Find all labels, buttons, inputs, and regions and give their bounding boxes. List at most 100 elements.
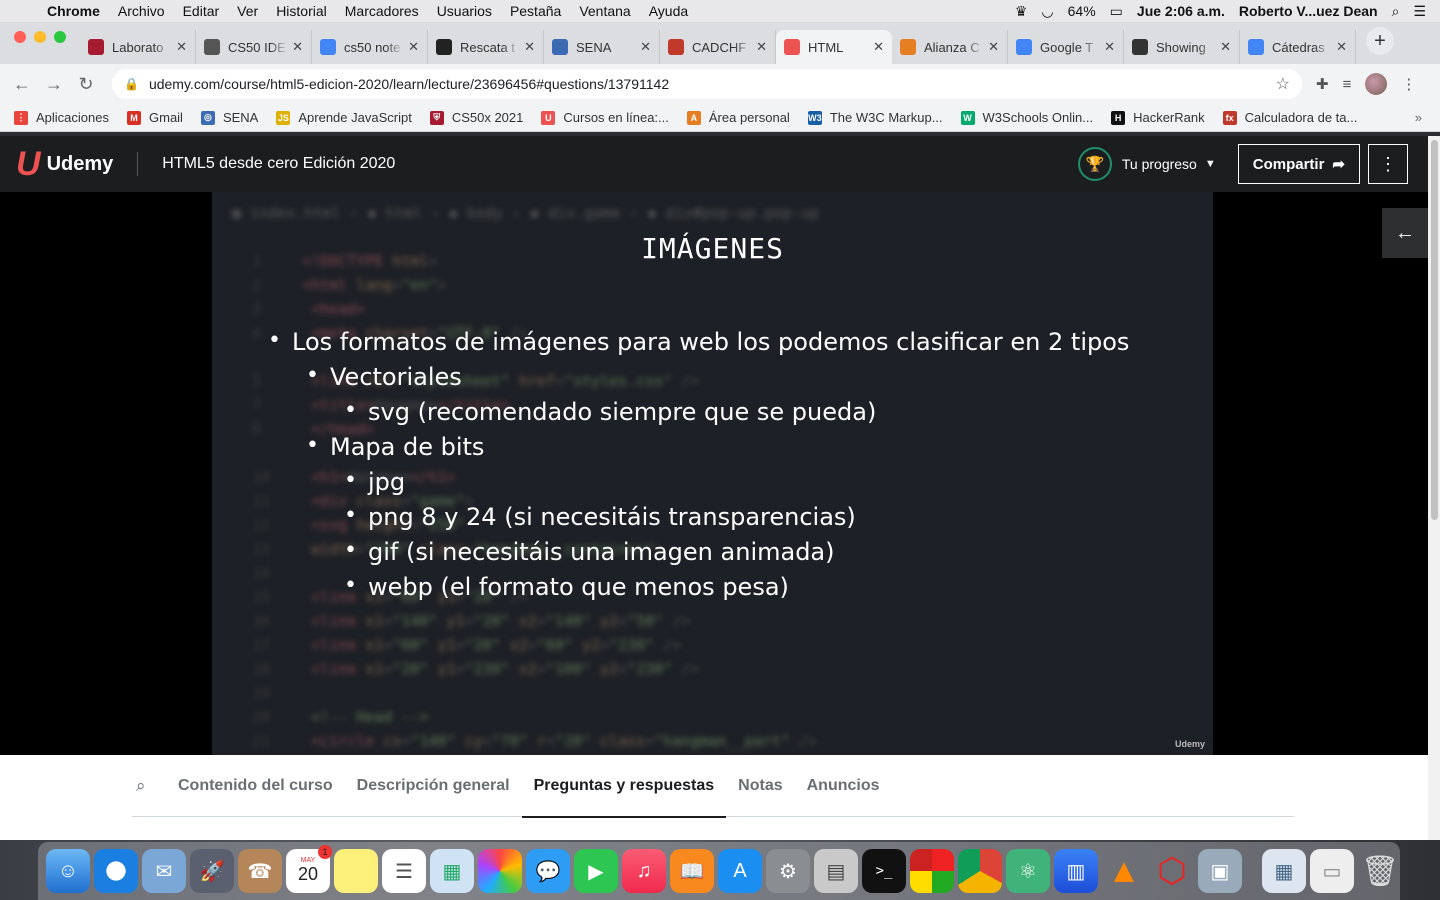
music-icon[interactable]: ♫ xyxy=(622,849,666,893)
expand-sidebar-arrow-icon[interactable]: ← xyxy=(1382,208,1428,258)
bookmark-item[interactable]: A Área personal xyxy=(686,110,790,125)
battery-percent[interactable]: 64% xyxy=(1068,3,1096,19)
battery-icon[interactable]: ▭ xyxy=(1110,3,1123,20)
lecture-tab[interactable]: Anuncios xyxy=(795,755,892,817)
wifi-icon[interactable]: ◡ xyxy=(1041,3,1053,20)
trash-icon[interactable]: 🗑 xyxy=(1358,849,1402,893)
back-arrow-icon[interactable]: ← xyxy=(6,74,38,95)
forward-arrow-icon[interactable]: → xyxy=(38,74,70,95)
bookmark-item[interactable]: JS Aprende JavaScript xyxy=(276,110,412,125)
close-tab-icon[interactable]: ✕ xyxy=(640,39,651,55)
udemy-logo[interactable]: U Udemy xyxy=(16,147,113,181)
system-preferences-icon[interactable]: ⚙ xyxy=(766,849,810,893)
chrome-menu-icon[interactable]: ⋮ xyxy=(1401,75,1416,93)
lecture-tab[interactable]: Preguntas y respuestas xyxy=(521,755,727,818)
maximize-window-button[interactable] xyxy=(54,31,66,43)
more-options-button[interactable]: ⋮ xyxy=(1368,144,1408,184)
menu-app-chrome[interactable]: Chrome xyxy=(38,3,109,19)
browser-tab[interactable]: cs50 note ✕ xyxy=(312,30,428,64)
lock-icon[interactable]: 🔒 xyxy=(124,77,139,91)
bookmark-item[interactable]: ⋮ Aplicaciones xyxy=(14,110,109,125)
bookmark-item[interactable]: W W3Schools Onlin... xyxy=(960,110,1093,125)
scrollbar-thumb[interactable] xyxy=(1431,140,1438,520)
extensions-puzzle-icon[interactable]: ✚ xyxy=(1316,75,1329,93)
bookmarks-overflow-icon[interactable]: » xyxy=(1415,110,1422,125)
profile-avatar[interactable] xyxy=(1365,73,1388,95)
browser-tab[interactable]: CADCHF ✕ xyxy=(660,30,776,64)
course-title[interactable]: HTML5 desde cero Edición 2020 xyxy=(162,155,395,173)
close-tab-icon[interactable]: ✕ xyxy=(524,39,535,55)
menu-ayuda[interactable]: Ayuda xyxy=(640,3,697,19)
bookmark-item[interactable]: M Gmail xyxy=(127,110,183,125)
page-scrollbar[interactable] xyxy=(1428,136,1440,840)
lecture-tab[interactable]: Contenido del curso xyxy=(166,755,345,817)
messages-icon[interactable]: 💬 xyxy=(526,849,570,893)
browser-tab[interactable]: Rescata t ✕ xyxy=(428,30,544,64)
atom-icon[interactable]: ⚛ xyxy=(1006,849,1050,893)
photos-icon[interactable] xyxy=(478,849,522,893)
bookmark-item[interactable]: U Cursos en línea:... xyxy=(541,110,669,125)
minimize-window-button[interactable] xyxy=(34,31,46,43)
keynote-icon[interactable]: ▥ xyxy=(1054,849,1098,893)
books-icon[interactable]: 📖 xyxy=(670,849,714,893)
browser-tab[interactable]: Google T ✕ xyxy=(1008,30,1124,64)
close-tab-icon[interactable]: ✕ xyxy=(873,39,884,55)
notification-center-icon[interactable]: ☰ xyxy=(1413,3,1426,20)
menu-archivo[interactable]: Archivo xyxy=(109,3,174,19)
address-bar[interactable]: 🔒 udemy.com/course/html5-edicion-2020/le… xyxy=(112,69,1302,99)
screenshot-stack-icon[interactable]: ▭ xyxy=(1310,849,1354,893)
contacts-icon[interactable]: ☎ xyxy=(238,849,282,893)
browser-tab[interactable]: HTML ✕ xyxy=(776,30,892,64)
browser-tab[interactable]: Alianza C ✕ xyxy=(892,30,1008,64)
reading-list-icon[interactable]: ≡ xyxy=(1343,76,1352,93)
safari-icon[interactable] xyxy=(94,849,138,893)
close-tab-icon[interactable]: ✕ xyxy=(756,39,767,55)
calculator-icon[interactable]: ▤ xyxy=(814,849,858,893)
close-tab-icon[interactable]: ✕ xyxy=(1336,39,1347,55)
extension-menubar-icon[interactable]: ♛ xyxy=(1015,3,1028,20)
lecture-tab[interactable]: Descripción general xyxy=(345,755,522,817)
red-hexagon-app-icon[interactable]: ⬡ xyxy=(1150,849,1194,893)
reminders-icon[interactable]: ☰ xyxy=(382,849,426,893)
search-icon[interactable]: ⌕ xyxy=(136,776,166,796)
browser-tab[interactable]: SENA ✕ xyxy=(544,30,660,64)
bookmark-item[interactable]: fx Calculadora de ta... xyxy=(1222,110,1357,125)
menu-ventana[interactable]: Ventana xyxy=(570,3,639,19)
close-window-button[interactable] xyxy=(14,31,26,43)
bookmark-item[interactable]: ⛨ CS50x 2021 xyxy=(429,110,523,125)
browser-tab[interactable]: CS50 IDE ✕ xyxy=(196,30,312,64)
close-tab-icon[interactable]: ✕ xyxy=(292,39,303,55)
close-tab-icon[interactable]: ✕ xyxy=(1220,39,1231,55)
notes-icon[interactable] xyxy=(334,849,378,893)
browser-tab[interactable]: Cátedras ✕ xyxy=(1240,30,1356,64)
share-button[interactable]: Compartir ➦ xyxy=(1237,144,1360,184)
menu-marcadores[interactable]: Marcadores xyxy=(336,3,428,19)
menu-pestana[interactable]: Pestaña xyxy=(501,3,570,19)
lecture-tab[interactable]: Notas xyxy=(726,755,794,817)
close-tab-icon[interactable]: ✕ xyxy=(988,39,999,55)
mail-icon[interactable]: ✉ xyxy=(142,849,186,893)
user-name[interactable]: Roberto V...uez Dean xyxy=(1239,3,1378,19)
image-capture-icon[interactable]: ▣ xyxy=(1198,849,1242,893)
app-store-icon[interactable]: A xyxy=(718,849,762,893)
bookmark-item[interactable]: H HackerRank xyxy=(1111,110,1205,125)
reload-icon[interactable]: ↻ xyxy=(70,74,102,95)
close-tab-icon[interactable]: ✕ xyxy=(408,39,419,55)
close-tab-icon[interactable]: ✕ xyxy=(1104,39,1115,55)
terminal-icon[interactable]: >_ xyxy=(862,849,906,893)
menu-historial[interactable]: Historial xyxy=(267,3,336,19)
menu-usuarios[interactable]: Usuarios xyxy=(428,3,501,19)
colorful-app-icon[interactable] xyxy=(910,849,954,893)
launchpad-icon[interactable]: 🚀 xyxy=(190,849,234,893)
new-tab-button[interactable]: + xyxy=(1366,27,1394,55)
downloads-folder-icon[interactable]: ▦ xyxy=(1262,849,1306,893)
spotlight-search-icon[interactable]: ⌕ xyxy=(1392,3,1400,20)
video-player[interactable]: ▣ index.html › ◆ html › ◆ body › ◆ div.g… xyxy=(0,192,1428,755)
progress-dropdown[interactable]: 🏆 Tu progreso ▼ xyxy=(1077,147,1216,181)
facetime-icon[interactable]: ▶ xyxy=(574,849,618,893)
menu-ver[interactable]: Ver xyxy=(228,3,267,19)
finder-icon[interactable]: ☺ xyxy=(46,849,90,893)
chrome-icon[interactable] xyxy=(958,849,1002,893)
calendar-icon[interactable]: MAY 20 1 xyxy=(286,845,332,893)
bookmark-item[interactable]: ◎ SENA xyxy=(200,110,258,125)
